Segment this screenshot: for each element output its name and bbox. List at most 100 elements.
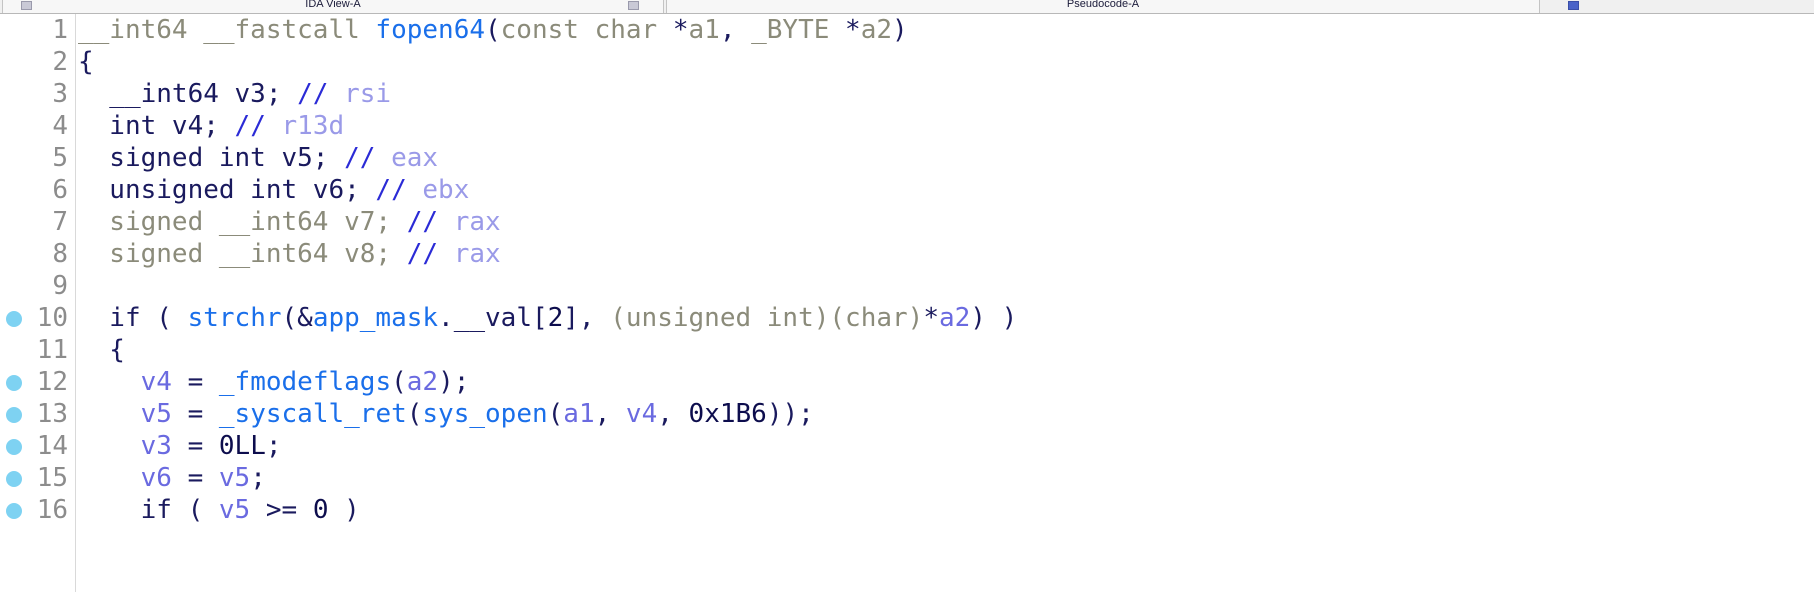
code-line[interactable]: 4 int v4; // r13d (0, 110, 1814, 142)
code-line[interactable]: 12 v4 = _fmodeflags(a2); (0, 366, 1814, 398)
code-token: signed __int64 v8; (78, 239, 392, 269)
code-text[interactable]: v5 = _syscall_ret(sys_open(a1, v4, 0x1B6… (78, 398, 814, 430)
code-token: ebx (422, 175, 470, 205)
code-token: sys_open (422, 399, 548, 429)
code-token: // (375, 175, 407, 205)
code-text[interactable]: v3 = 0LL; (78, 430, 282, 462)
code-line[interactable]: 6 unsigned int v6; // ebx (0, 174, 1814, 206)
code-text[interactable]: v6 = v5; (78, 462, 266, 494)
code-token: // (297, 79, 329, 109)
code-text[interactable]: unsigned int v6; // ebx (78, 174, 469, 206)
code-token: 2 (547, 303, 564, 333)
code-token: 0LL (218, 431, 266, 461)
code-token: ); (438, 367, 470, 397)
code-token: // (234, 111, 266, 141)
code-token: ) ) (970, 303, 1018, 333)
code-token: a2 (860, 15, 893, 45)
code-line[interactable]: 14 v3 = 0LL; (0, 430, 1814, 462)
code-line[interactable]: 10 if ( strchr(&app_mask.__val[2], (unsi… (0, 302, 1814, 334)
code-token: * (923, 303, 939, 333)
maximize-icon[interactable] (1568, 1, 1579, 10)
code-token: , (719, 15, 752, 45)
code-text[interactable]: { (78, 46, 94, 78)
code-line[interactable]: 7 signed __int64 v7; // rax (0, 206, 1814, 238)
code-token: rsi (344, 79, 392, 109)
code-token: v5 (140, 399, 172, 429)
code-line[interactable]: 1 __int64 __fastcall fopen64(const char *… (0, 14, 1814, 46)
line-number: 10 (36, 303, 68, 333)
code-token: r13d (281, 111, 345, 141)
code-text[interactable]: int v4; // r13d (78, 110, 344, 142)
code-text[interactable]: v4 = _fmodeflags(a2); (78, 366, 470, 398)
code-token: eax (391, 143, 439, 173)
code-token: , (594, 399, 626, 429)
code-token: __int64 v3; (78, 79, 282, 109)
code-token: = (171, 367, 219, 397)
code-text[interactable]: if ( v5 >= 0 ) (78, 494, 360, 526)
code-token: rax (453, 207, 501, 237)
code-token: if ( (78, 303, 188, 333)
code-token: 0x1B6 (688, 399, 767, 429)
code-line[interactable]: 13 v5 = _syscall_ret(sys_open(a1, v4, 0x… (0, 398, 1814, 430)
code-line[interactable]: 15 v6 = v5; (0, 462, 1814, 494)
code-token: if ( (78, 495, 219, 525)
code-token: a2 (406, 367, 439, 397)
line-number: 14 (36, 431, 68, 461)
code-text[interactable]: signed int v5; // eax (78, 142, 438, 174)
code-token: ( (406, 399, 423, 429)
panel-ida-view-a[interactable]: IDA View-A (2, 0, 664, 13)
panel-extra[interactable] (1542, 0, 1814, 13)
code-token: , (657, 399, 689, 429)
line-number: 12 (36, 367, 68, 397)
code-text[interactable]: signed __int64 v7; // rax (78, 206, 501, 238)
code-line[interactable]: 16 if ( v5 >= 0 ) (0, 494, 1814, 526)
code-token: )); (766, 399, 814, 429)
code-token: _BYTE (751, 15, 846, 45)
line-number: 5 (52, 143, 68, 173)
pseudocode-editor[interactable]: 1 __int64 __fastcall fopen64(const char *… (0, 14, 1814, 592)
code-token: rax (453, 239, 501, 269)
docked-tab-strip: IDA View-A Pseudocode-A (0, 0, 1814, 14)
code-text[interactable]: signed __int64 v8; // rax (78, 238, 501, 270)
code-token: * (672, 15, 689, 45)
code-token: (& (281, 303, 313, 333)
code-line[interactable]: 9 (0, 270, 1814, 302)
code-token: fopen64 (375, 15, 485, 45)
code-text[interactable]: { (78, 334, 125, 366)
code-token: .__val[ (438, 303, 548, 333)
panel-pseudocode-a[interactable]: Pseudocode-A (666, 0, 1540, 13)
code-token: { (78, 47, 94, 77)
line-number: 4 (52, 111, 68, 141)
code-line[interactable]: 11 { (0, 334, 1814, 366)
code-line[interactable]: 5 signed int v5; // eax (0, 142, 1814, 174)
line-number: 6 (52, 175, 68, 205)
code-token: (unsigned int)(char) (610, 303, 924, 333)
code-line-container: 1 __int64 __fastcall fopen64(const char *… (0, 14, 1814, 526)
code-token: ) (328, 495, 360, 525)
code-token: __int64 __fastcall (78, 15, 376, 45)
line-number: 11 (36, 335, 68, 365)
code-token: v6 (140, 463, 172, 493)
line-number: 3 (52, 79, 68, 109)
code-token: = (171, 431, 219, 461)
restore-icon[interactable] (628, 1, 639, 10)
code-token: v5 (218, 463, 251, 493)
code-text[interactable]: __int64 v3; // rsi (78, 78, 391, 110)
code-token: int v4; (78, 111, 219, 141)
code-line[interactable]: 3 __int64 v3; // rsi (0, 78, 1814, 110)
code-line[interactable]: 8 signed __int64 v8; // rax (0, 238, 1814, 270)
code-text[interactable]: if ( strchr(&app_mask.__val[2], (unsigne… (78, 302, 1017, 334)
line-number: 8 (52, 239, 68, 269)
code-token: = (171, 463, 219, 493)
code-text[interactable]: __int64 __fastcall fopen64(const char *a… (78, 14, 908, 46)
code-token: a1 (688, 15, 720, 45)
code-line[interactable]: 2{ (0, 46, 1814, 78)
